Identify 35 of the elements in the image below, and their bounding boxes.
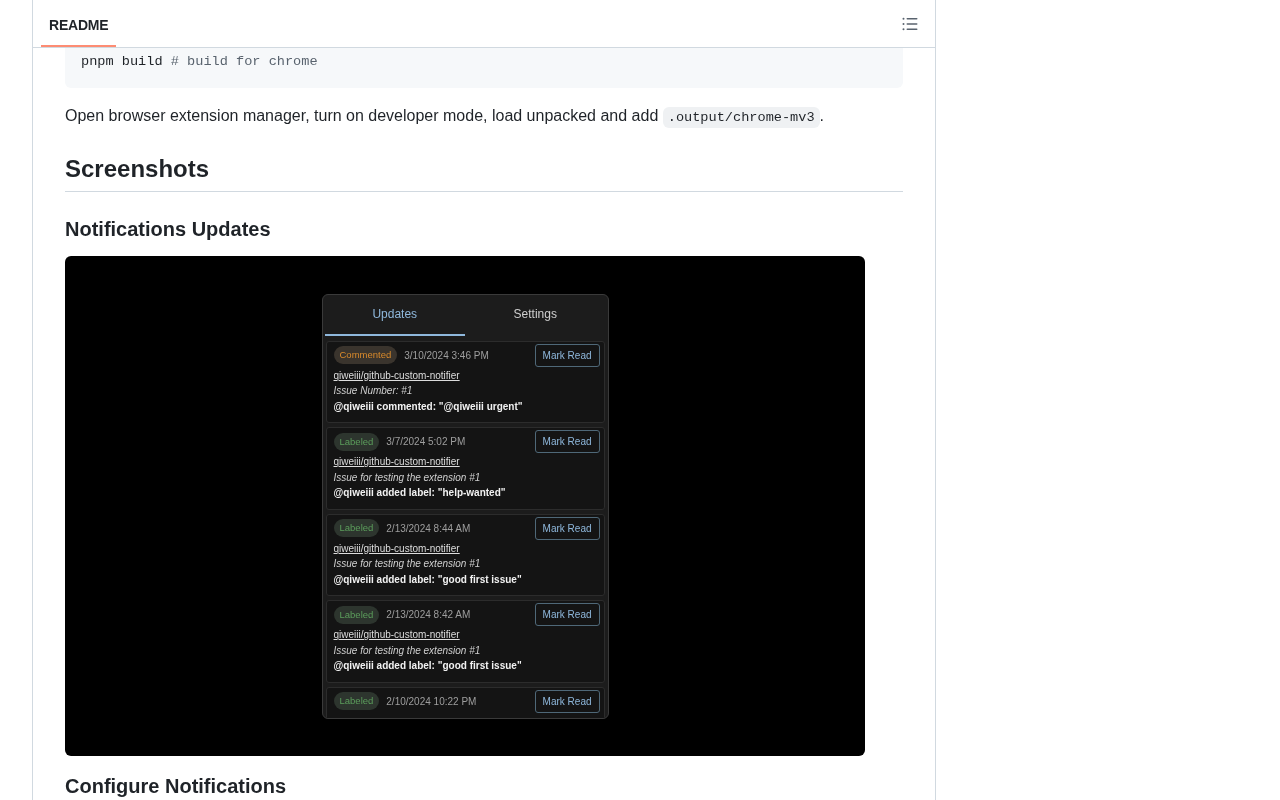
- activity-message: @qiweiii added label: "help-wanted": [333, 486, 506, 500]
- event-badge: Labeled: [333, 692, 380, 710]
- timestamp: 3/10/2024 3:46 PM: [404, 349, 490, 361]
- mark-read-button[interactable]: Mark Read: [534, 603, 600, 626]
- activity-message: @qiweiii added label: "good first issue": [333, 572, 522, 587]
- activity-message: @qiweiii commented: "@qiweiii urgent": [333, 399, 523, 414]
- event-badge: Labeled: [333, 519, 380, 537]
- timestamp: 2/13/2024 8:44 AM: [386, 522, 472, 534]
- paragraph-text: Open browser extension manager, turn on developer mode, load unpacked and add .output/chrome-mv3 .: [65, 104, 903, 130]
- timestamp: 2/13/2024 8:42 AM: [386, 609, 472, 620]
- event-badge: Commented: [333, 346, 398, 364]
- activity-message: @qiweiii added label: "good first issue": [333, 659, 522, 673]
- issue-title: Issue Number: #1: [333, 384, 413, 398]
- code-block: pnpm build # build for chrome: [65, 48, 903, 88]
- popup-tab[interactable]: Settings: [465, 294, 606, 336]
- event-badge: Labeled: [333, 432, 380, 451]
- mark-read-button[interactable]: Mark Read: [534, 343, 600, 367]
- repo-link[interactable]: qiweiii/github-custom-notifier: [333, 367, 460, 383]
- mark-read-button[interactable]: Mark Read: [534, 689, 600, 713]
- repo-link[interactable]: qiweiii/github-custom-notifier: [333, 627, 460, 643]
- issue-title: Issue for testing the extension #1: [333, 643, 481, 658]
- popup-tab[interactable]: Updates: [324, 294, 465, 336]
- mark-read-button[interactable]: Mark Read: [534, 430, 600, 453]
- repo-link[interactable]: qiweiii/github-custom-notifier: [333, 540, 460, 556]
- subsection-heading: Configure Notifications: [65, 774, 288, 798]
- section-heading: Screenshots: [65, 154, 903, 192]
- mark-read-button[interactable]: Mark Read: [534, 516, 600, 540]
- list-icon: [902, 15, 918, 32]
- subsection-heading: Notifications Updates: [65, 217, 272, 242]
- timestamp: 3/7/2024 5:02 PM: [386, 436, 467, 447]
- event-badge: Labeled: [333, 605, 380, 624]
- issue-title: Issue for testing the extension #1: [333, 557, 481, 571]
- timestamp: 2/10/2024 10:22 PM: [386, 695, 478, 707]
- repo-link[interactable]: qiweiii/github-custom-notifier: [333, 454, 460, 470]
- issue-title: Issue for testing the extension #1: [333, 470, 481, 485]
